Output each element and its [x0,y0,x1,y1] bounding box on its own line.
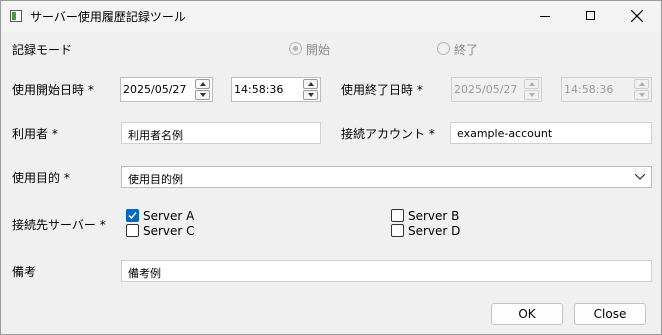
purpose-value: 使用目的例 [128,173,183,186]
close-icon [631,10,643,22]
start-date-value: 2025/05/27 [123,83,187,96]
minimize-button[interactable] [522,1,568,32]
purpose-combobox[interactable]: 使用目的例 [121,166,652,188]
checkmark-icon [128,212,137,220]
start-date-spinbox[interactable]: 2025/05/27 [120,77,213,102]
end-time-down-button[interactable] [634,90,649,100]
remarks-input[interactable]: 備考例 [121,260,652,282]
start-time-down-button[interactable] [303,90,318,100]
mode-start-label: 開始 [306,43,331,57]
start-time-spinbox[interactable]: 14:58:36 [231,77,321,102]
server-b-label: Server B [408,209,460,223]
server-d-checkbox[interactable] [391,224,404,237]
user-label: 利用者 * [12,127,58,141]
server-c-label: Server C [143,224,195,238]
app-icon [10,10,22,22]
end-date-spinbox[interactable]: 2025/05/27 [451,77,542,102]
account-input[interactable]: example-account [450,122,652,144]
end-date-up-button[interactable] [524,79,539,89]
server-a-checkbox[interactable] [126,209,139,222]
account-value: example-account [457,127,553,140]
record-mode-label: 記録モード [12,43,73,57]
server-a-label: Server A [143,209,195,223]
mode-start-radio[interactable] [289,42,302,55]
user-input[interactable]: 利用者名例 [121,122,321,144]
server-d-label: Server D [408,224,461,238]
start-date-up-button[interactable] [195,79,210,89]
maximize-button[interactable] [568,1,614,32]
end-time-spinbox[interactable]: 14:58:36 [561,77,652,102]
server-c-checkbox[interactable] [126,224,139,237]
ok-button[interactable]: OK [491,303,563,325]
start-time-up-button[interactable] [303,79,318,89]
start-time-value: 14:58:36 [234,83,284,96]
end-datetime-label: 使用終了日時 * [341,83,423,97]
window-title: サーバー使用履歴記録ツール [30,10,186,24]
close-window-button[interactable] [614,1,660,32]
start-date-down-button[interactable] [195,90,210,100]
end-date-down-button[interactable] [524,90,539,100]
purpose-label: 使用目的 * [12,171,70,185]
end-time-value: 14:58:36 [564,83,614,96]
start-datetime-label: 使用開始日時 * [12,83,94,97]
account-label: 接続アカウント * [341,127,435,141]
remarks-label: 備考 [12,265,37,279]
dialog-window: サーバー使用履歴記録ツール 記録モード 開始 終了 使用開始日時 * 2025/… [0,0,662,335]
server-b-checkbox[interactable] [391,209,404,222]
close-button[interactable]: Close [574,303,646,325]
mode-end-radio[interactable] [437,42,450,55]
end-time-up-button[interactable] [634,79,649,89]
user-value: 利用者名例 [128,129,183,142]
chevron-down-icon [635,174,645,180]
mode-end-label: 終了 [454,43,479,57]
remarks-value: 備考例 [128,267,161,280]
servers-label: 接続先サーバー * [12,218,106,232]
end-date-value: 2025/05/27 [454,83,518,96]
title-bar[interactable]: サーバー使用履歴記録ツール [1,1,661,32]
